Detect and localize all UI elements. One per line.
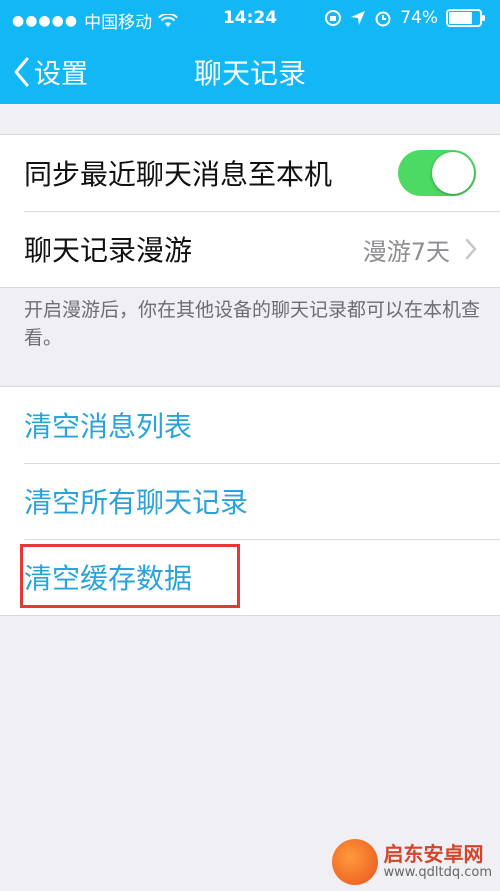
page-title: 聊天记录 [193,57,306,90]
roaming-label: 聊天记录漫游 [24,234,193,267]
sync-toggle[interactable] [398,150,476,196]
chevron-right-icon [465,238,477,260]
alarm-icon [375,11,391,27]
watermark-logo-icon [331,839,378,885]
sync-settings-group: 同步最近聊天消息至本机 聊天记录漫游 漫游7天 [0,134,500,288]
watermark-title: 启东安卓网 [383,842,484,866]
sync-row: 同步最近聊天消息至本机 [0,135,500,211]
orientation-lock-icon [325,10,342,26]
roaming-row[interactable]: 聊天记录漫游 漫游7天 [0,211,500,287]
roaming-hint: 开启漫游后，你在其他设备的聊天记录都可以在本机查看。 [24,299,481,349]
roaming-value: 漫游7天 [362,237,450,266]
location-icon [351,11,366,25]
clear-all-history-label: 清空所有聊天记录 [24,486,249,519]
watermark-url: www.qdltdq.com [383,865,492,880]
top-bar: ●●●●● 中国移动 14:24 74% 设置 聊天记录 [0,0,500,104]
sync-label: 同步最近聊天消息至本机 [24,158,333,191]
toggle-knob [432,152,474,194]
watermark: 启东安卓网 www.qdltdq.com [331,839,492,885]
battery-icon [446,9,485,27]
status-bar: ●●●●● 中国移动 14:24 74% [0,0,500,38]
highlight-annotation-box [20,544,240,608]
clear-all-history-button[interactable]: 清空所有聊天记录 [0,463,500,539]
battery-percent: 74% [400,8,438,28]
clear-messages-button[interactable]: 清空消息列表 [0,387,500,463]
clear-messages-label: 清空消息列表 [24,410,193,443]
navigation-bar: 设置 聊天记录 [0,38,500,104]
